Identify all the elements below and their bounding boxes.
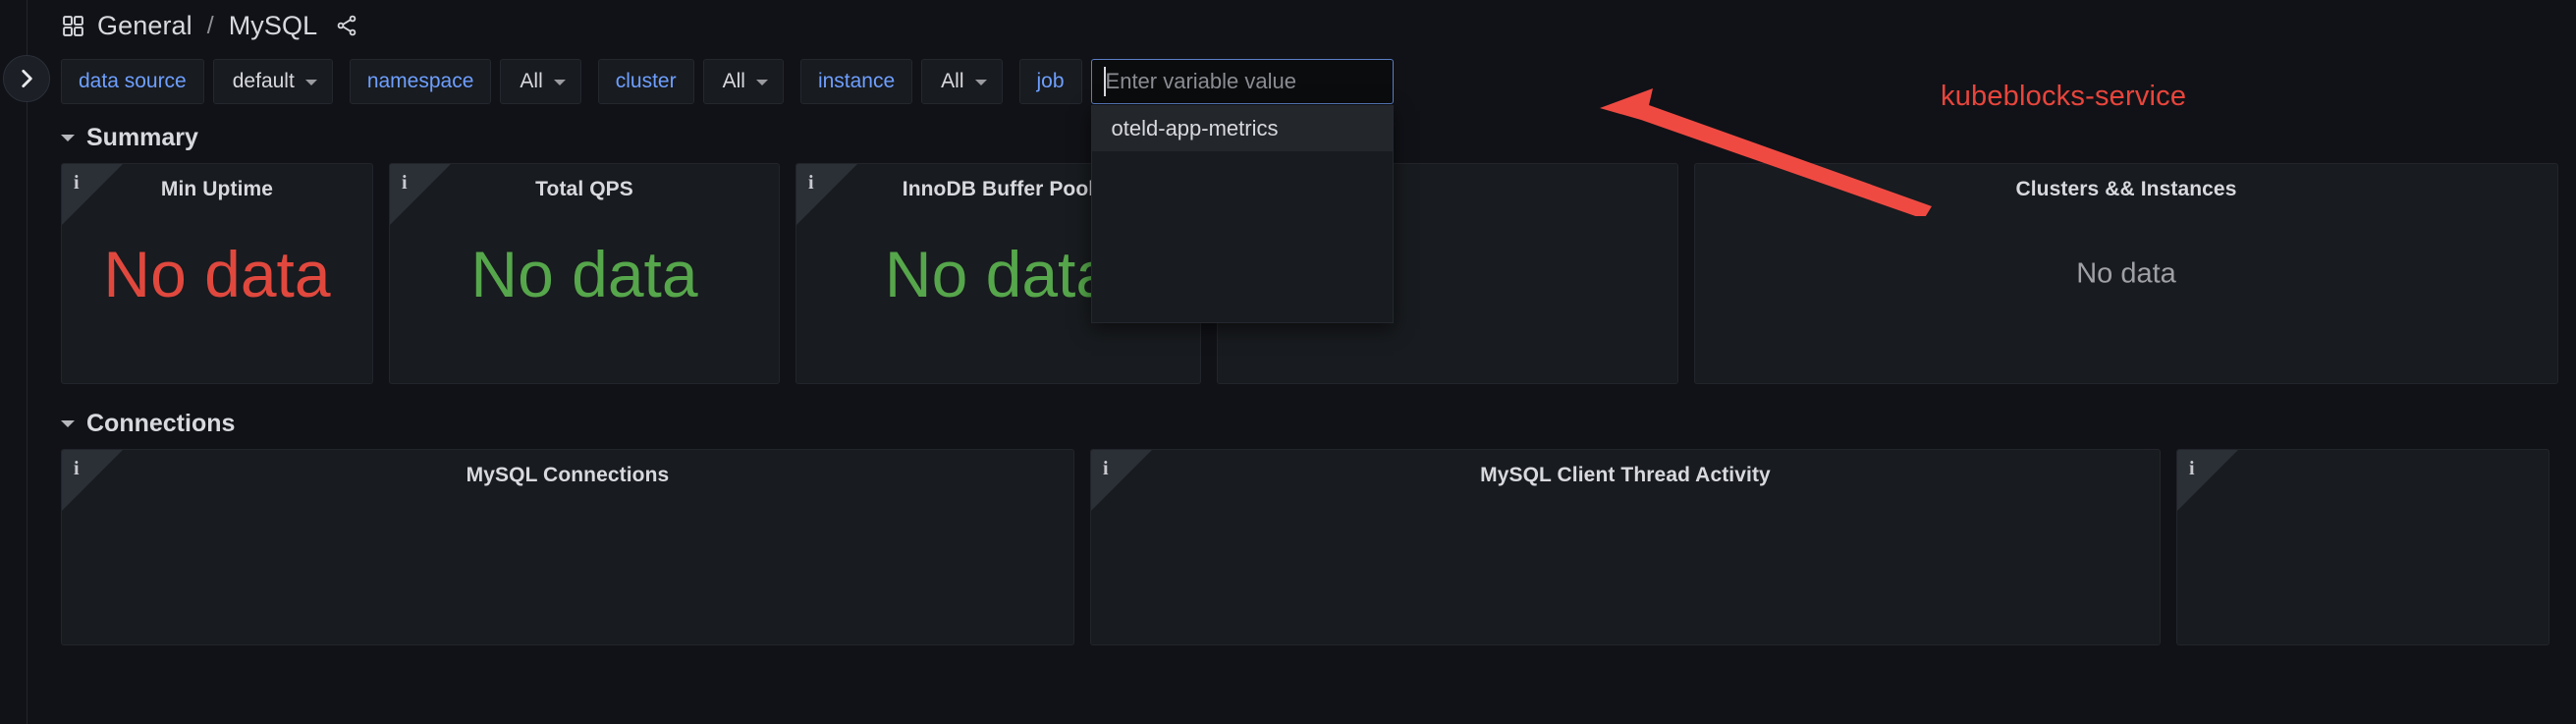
variable-label-cluster[interactable]: cluster: [597, 59, 694, 104]
variable-label-instance[interactable]: instance: [799, 59, 913, 104]
row-title-summary: Summary: [86, 123, 198, 151]
breadcrumb: General / MySQL: [28, 0, 2576, 51]
variable-label-namespace[interactable]: namespace: [349, 59, 492, 104]
panel-info-corner: [390, 164, 451, 225]
panel-connections-third[interactable]: i: [2176, 449, 2549, 645]
dropdown-option-oteld-app-metrics[interactable]: oteld-app-metrics: [1091, 105, 1393, 151]
variable-submenu: data source default namespace All cluste…: [28, 51, 2576, 323]
panel-info-corner: [796, 164, 857, 225]
variable-value-data-source: default: [232, 70, 295, 92]
panel-row-connections: i MySQL Connections i MySQL Client Threa…: [28, 449, 2576, 645]
variable-job: job oteld-app-metrics: [1018, 59, 1394, 323]
breadcrumb-separator: /: [206, 11, 214, 39]
text-cursor: [1103, 67, 1106, 96]
variable-instance: instance All: [799, 59, 1003, 104]
chevron-right-icon: [14, 66, 39, 91]
variable-cluster: cluster All: [597, 59, 784, 104]
variable-value-namespace: All: [520, 70, 543, 92]
dashboard-grid-icon: [61, 14, 85, 38]
panel-info-icon[interactable]: i: [1103, 458, 1109, 480]
sidebar-rail: [0, 0, 27, 724]
share-icon[interactable]: [335, 14, 358, 37]
variable-label-job[interactable]: job: [1018, 59, 1082, 104]
annotation-label: kubeblocks-service: [1941, 81, 2187, 112]
variable-data-source: data source default: [61, 59, 333, 104]
variable-label-data-source[interactable]: data source: [61, 59, 204, 104]
panel-total-qps[interactable]: i Total QPS No data: [389, 163, 780, 384]
panel-info-corner: [1091, 450, 1152, 511]
panel-info-icon[interactable]: i: [2189, 458, 2195, 480]
variable-picker-namespace[interactable]: All: [500, 59, 581, 104]
chevron-down-icon: [553, 80, 566, 85]
panel-title: MySQL Connections: [466, 464, 670, 486]
chevron-down-icon: [61, 419, 75, 427]
panel-info-corner: [2177, 450, 2238, 511]
panel-mysql-connections[interactable]: i MySQL Connections: [61, 449, 1074, 645]
variable-picker-instance[interactable]: All: [921, 59, 1003, 104]
variable-picker-data-source[interactable]: default: [212, 59, 333, 104]
variable-job-input[interactable]: [1090, 59, 1394, 104]
panel-info-icon[interactable]: i: [808, 172, 814, 195]
breadcrumb-folder[interactable]: General: [97, 11, 192, 41]
panel-title: Clusters && Instances: [2015, 178, 2237, 200]
sidebar-expand-button[interactable]: [3, 55, 50, 102]
breadcrumb-dashboard[interactable]: MySQL: [229, 11, 318, 41]
variable-job-input-wrapper: oteld-app-metrics: [1090, 59, 1394, 323]
variable-namespace: namespace All: [349, 59, 581, 104]
panel-stat-value: No data: [470, 237, 698, 310]
panel-mysql-client-thread-activity[interactable]: i MySQL Client Thread Activity: [1090, 449, 2161, 645]
panel-info-icon[interactable]: i: [402, 172, 408, 195]
panel-no-data-text: No data: [2076, 257, 2176, 289]
panel-info-corner: [62, 450, 123, 511]
panel-info-corner: [62, 164, 123, 225]
panel-min-uptime[interactable]: i Min Uptime No data: [61, 163, 373, 384]
row-header-connections[interactable]: Connections: [28, 398, 2576, 449]
row-title-connections: Connections: [86, 409, 236, 437]
panel-stat-value: No data: [103, 237, 331, 310]
panel-info-icon[interactable]: i: [74, 458, 80, 480]
variable-value-cluster: All: [722, 70, 745, 92]
chevron-down-icon: [304, 80, 317, 85]
panel-title: MySQL Client Thread Activity: [1480, 464, 1771, 486]
chevron-down-icon: [974, 80, 987, 85]
chevron-down-icon: [61, 134, 75, 141]
variable-picker-cluster[interactable]: All: [702, 59, 784, 104]
panel-clusters-instances[interactable]: Clusters && Instances No data: [1694, 163, 2558, 384]
variable-job-dropdown[interactable]: oteld-app-metrics: [1090, 105, 1394, 323]
variable-value-instance: All: [941, 70, 964, 92]
chevron-down-icon: [755, 80, 768, 85]
page-content: General / MySQL data source default name…: [28, 0, 2576, 724]
panel-info-icon[interactable]: i: [74, 172, 80, 195]
